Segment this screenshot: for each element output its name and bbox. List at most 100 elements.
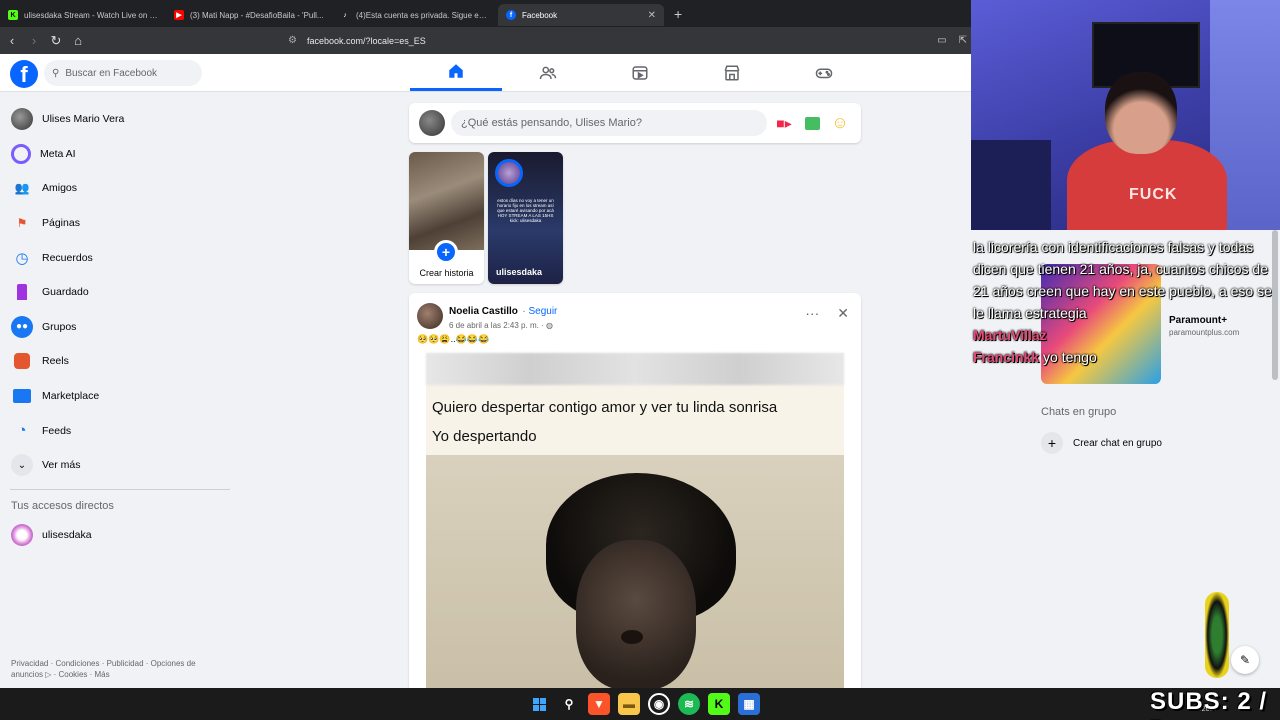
photo-icon[interactable]	[801, 112, 823, 134]
sidebar-item-label: Meta AI	[40, 147, 76, 160]
url-field[interactable]: ⚙ facebook.com/?locale=es_ES	[288, 35, 426, 46]
post-timestamp[interactable]: 6 de abril a las 2:43 p. m. ·	[449, 321, 544, 330]
create-story-card[interactable]: + Crear historia	[409, 152, 484, 284]
right-panel: Paramount+ paramountplus.com la licorerí…	[971, 230, 1280, 688]
home-icon	[449, 64, 463, 78]
nav-home[interactable]	[410, 54, 502, 91]
nav-gaming[interactable]	[778, 54, 870, 91]
footer-links[interactable]: Privacidad · Condiciones · Publicidad · …	[11, 658, 221, 680]
post-author-name[interactable]: Noelia Castillo	[449, 306, 518, 317]
sidebar-item-groups[interactable]: ●● Grupos	[0, 310, 240, 345]
flag-icon: ⚑	[16, 216, 28, 231]
user-story-card[interactable]: estos días no voy a tener un horario fij…	[488, 152, 563, 284]
main-nav	[410, 54, 870, 91]
clock-icon: ◷	[15, 249, 29, 267]
more-options-icon[interactable]: ···	[805, 305, 819, 322]
sidebar-item-friends[interactable]: 👥 Amigos	[0, 171, 240, 206]
profile-avatar	[11, 108, 33, 131]
sidebar-item-see-more[interactable]: ⌄ Ver más	[0, 448, 240, 483]
create-story-label: Crear historia	[419, 268, 474, 278]
left-sidebar: Ulises Mario Vera Meta AI 👥 Amigos ⚑ Pág…	[0, 92, 240, 688]
shirt-text: FUCK	[1129, 186, 1178, 203]
back-icon[interactable]: ‹	[2, 33, 22, 48]
browser-tab-facebook[interactable]: f Facebook ✕	[498, 4, 664, 26]
meme-caption-1: Quiero despertar contigo amor y ver tu l…	[432, 399, 778, 416]
shortcut-item[interactable]: ulisesdaka	[0, 518, 240, 553]
video-icon	[632, 65, 648, 80]
sidebar-item-feeds[interactable]: ◔ Feeds	[0, 413, 240, 448]
sidebar-item-memories[interactable]: ◷ Recuerdos	[0, 240, 240, 275]
feeds-icon: ◔	[17, 422, 27, 440]
sidebar-item-pages[interactable]: ⚑ Páginas	[0, 206, 240, 241]
post-text: 🥺🥺😩..😂😂😂	[417, 334, 490, 344]
browser-tab-kick[interactable]: K ulisesdaka Stream - Watch Live on Kick	[0, 4, 166, 26]
sidebar-item-meta-ai[interactable]: Meta AI	[0, 137, 240, 172]
composer-avatar[interactable]	[419, 110, 445, 136]
close-tab-icon[interactable]: ✕	[648, 10, 656, 21]
chat-username-2: Francinkk	[973, 349, 1040, 365]
browser-tab-bar: K ulisesdaka Stream - Watch Live on Kick…	[0, 0, 971, 27]
meme-face	[576, 540, 696, 688]
scrollbar[interactable]	[1272, 230, 1278, 380]
cast-icon[interactable]: ▭	[937, 35, 946, 46]
reload-icon[interactable]: ↻	[46, 33, 66, 49]
sidebar-item-reels[interactable]: Reels	[0, 344, 240, 379]
sidebar-item-label: Marketplace	[42, 390, 100, 403]
obs-icon[interactable]: ◉	[648, 693, 670, 715]
sidebar-item-marketplace[interactable]: Marketplace	[0, 379, 240, 414]
site-info-icon[interactable]: ⚙	[288, 35, 297, 46]
app-icon[interactable]: ▦	[738, 693, 760, 715]
windows-icon[interactable]	[528, 693, 550, 715]
kick-icon[interactable]: K	[708, 693, 730, 715]
nav-friends[interactable]	[502, 54, 594, 91]
new-message-icon[interactable]: ✎	[1231, 646, 1259, 674]
facebook-logo-icon[interactable]: f	[10, 60, 38, 88]
friends-icon	[539, 66, 557, 79]
add-story-icon[interactable]: +	[434, 240, 458, 264]
spotify-icon[interactable]: ≋	[678, 693, 700, 715]
post-header: Noelia Castillo · Seguir 6 de abril a la…	[417, 301, 557, 330]
story-text: estos días no voy a tener un horario fij…	[497, 198, 554, 223]
close-icon[interactable]: ✕	[837, 305, 849, 322]
search-input[interactable]	[65, 67, 186, 79]
sidebar-item-profile[interactable]: Ulises Mario Vera	[0, 102, 240, 137]
share-icon[interactable]: ⇱	[959, 35, 967, 46]
create-group-label: Crear chat en grupo	[1073, 437, 1162, 449]
facebook-icon: f	[506, 10, 516, 20]
nav-video[interactable]	[594, 54, 686, 91]
reels-icon	[11, 350, 33, 372]
forward-icon[interactable]: ›	[24, 33, 44, 48]
chevron-down-icon: ⌄	[11, 454, 33, 477]
shortcut-avatar	[11, 523, 33, 546]
kick-icon: K	[8, 10, 18, 20]
search-box[interactable]: ⚲	[44, 60, 202, 86]
new-tab-icon[interactable]: +	[674, 6, 682, 22]
sidebar-item-saved[interactable]: Guardado	[0, 275, 240, 310]
story-avatar	[495, 159, 523, 187]
nav-marketplace[interactable]	[686, 54, 778, 91]
friends-icon: 👥	[14, 181, 30, 196]
browser-tab-tiktok[interactable]: ♪ (4)Esta cuenta es privada. Sigue esta.…	[332, 4, 498, 26]
chat-username-1: MartuVillaz	[973, 327, 1047, 343]
taskbar: ⚲ ▼ ▬ ◉ ≋ K ▦ 9/4/2025	[0, 688, 1280, 720]
meme-photo	[426, 455, 844, 688]
post-image[interactable]: Quiero despertar contigo amor y ver tu l…	[426, 353, 844, 688]
composer-input[interactable]	[451, 110, 767, 136]
blurred-header	[426, 353, 844, 385]
follow-link[interactable]: Seguir	[528, 306, 557, 317]
create-group-button[interactable]: + Crear chat en grupo	[1041, 432, 1162, 454]
post-author-avatar[interactable]	[417, 302, 443, 329]
youtube-icon: ▶	[174, 10, 184, 20]
browser-tab-youtube[interactable]: ▶ (3) Mati Napp - #DesafioBaila - 'Pull.…	[166, 4, 332, 26]
folder-icon[interactable]: ▬	[618, 693, 640, 715]
marketplace-icon	[724, 65, 740, 80]
address-bar: ‹ › ↻ ⌂ ⚙ facebook.com/?locale=es_ES ▭ ⇱	[0, 27, 971, 54]
brave-icon[interactable]: ▼	[588, 693, 610, 715]
stream-badge-image	[1205, 592, 1229, 678]
story-name: ulisesdaka	[496, 267, 543, 277]
search-icon[interactable]: ⚲	[558, 693, 580, 715]
home-button-icon[interactable]: ⌂	[68, 33, 88, 48]
feeling-icon[interactable]: ☺	[829, 112, 851, 134]
groups-icon: ●●	[11, 315, 33, 338]
live-video-icon[interactable]: ■▸	[773, 112, 795, 134]
